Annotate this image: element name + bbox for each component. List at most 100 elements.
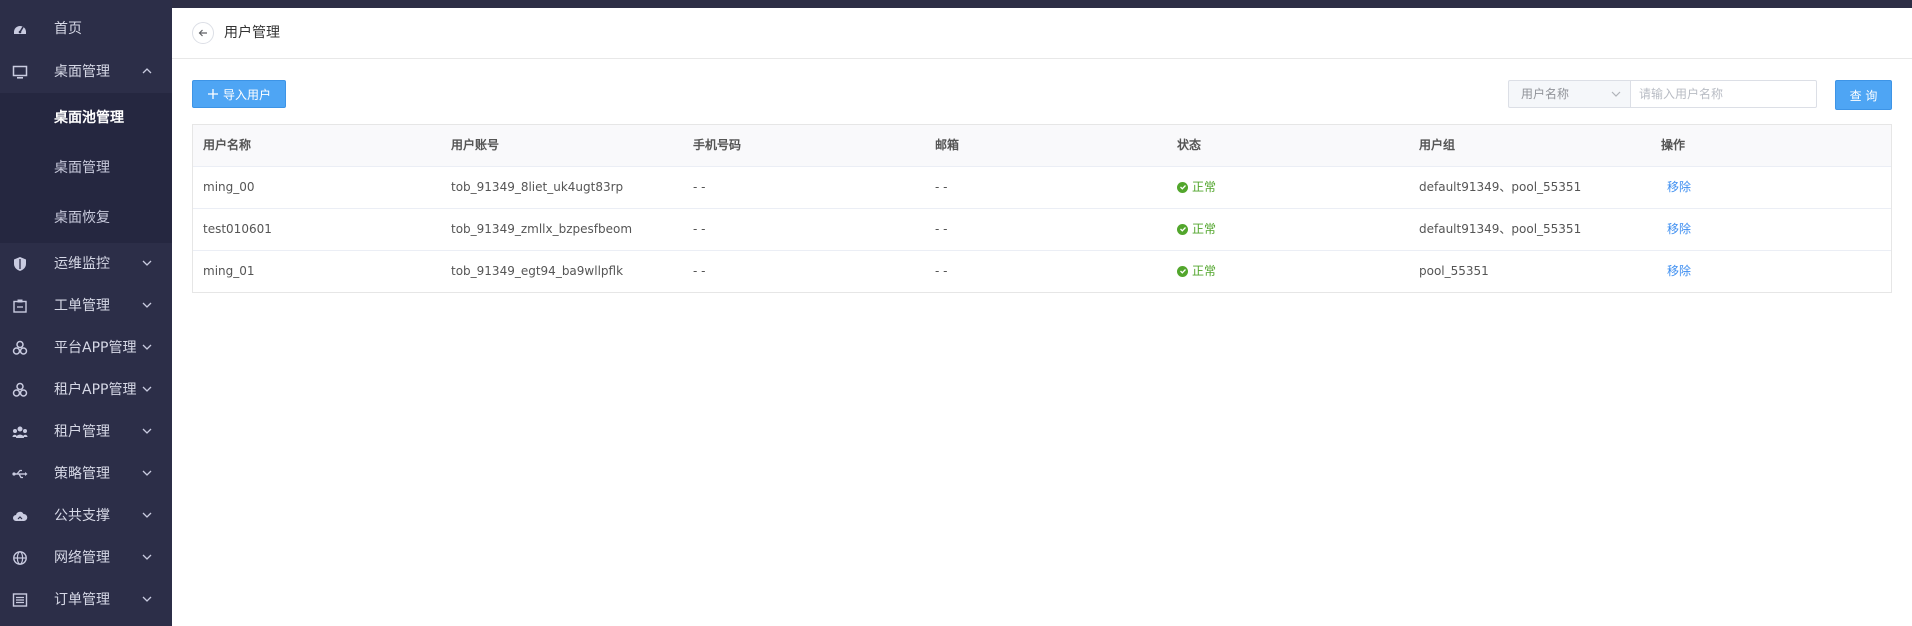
column-header: 邮箱 (935, 138, 960, 152)
apps-icon (12, 340, 28, 356)
table-row: ming_01 tob_91349_egt94_ba9wllpflk - - -… (193, 251, 1891, 292)
remove-link[interactable]: 移除 (1661, 167, 1691, 207)
chevron-down-icon (142, 302, 152, 308)
sidebar-item-label: 桌面管理 (54, 64, 110, 80)
phone-cell: - - (693, 264, 706, 278)
column-header: 用户账号 (451, 138, 500, 152)
search-field-value: 用户名称 (1521, 87, 1570, 101)
cloud-icon (12, 508, 28, 524)
user-name-cell: ming_00 (203, 180, 255, 194)
sidebar-item-label: 平台APP管理 (54, 340, 137, 356)
status-badge: 正常 (1177, 209, 1216, 249)
check-circle-icon (1177, 181, 1188, 193)
remove-link[interactable]: 移除 (1661, 209, 1691, 249)
search-input[interactable] (1631, 80, 1817, 108)
check-circle-icon (1177, 265, 1188, 277)
import-users-label: 导入用户 (222, 87, 271, 102)
user-group-cell: default91349、pool_55351 (1419, 222, 1582, 236)
users-table: 用户名称 用户账号 手机号码 邮箱 状态 用户组 操作 ming_00 tob_… (192, 124, 1892, 293)
sidebar-item-label: 租户APP管理 (54, 382, 137, 398)
sidebar-item-label: 策略管理 (54, 466, 110, 482)
sidebar-item-orders[interactable]: 订单管理 (0, 579, 172, 621)
sidebar-item-tenant-app[interactable]: 租户APP管理 (0, 369, 172, 411)
plus-icon (207, 89, 218, 99)
status-badge: 正常 (1177, 251, 1216, 291)
top-strip (0, 0, 1912, 8)
monitor-icon (12, 64, 28, 80)
column-header: 操作 (1661, 138, 1686, 152)
shield-icon (12, 256, 28, 272)
dashboard-icon (12, 21, 28, 37)
sidebar-subitem-desktop-pool[interactable]: 桌面池管理 (0, 93, 172, 143)
sidebar-submenu: 桌面池管理 桌面管理 桌面恢复 (0, 93, 172, 243)
search-field-select[interactable]: 用户名称 (1508, 80, 1631, 108)
arrow-left-icon (198, 29, 207, 37)
column-header: 用户组 (1419, 138, 1456, 152)
check-circle-icon (1177, 223, 1188, 235)
list-icon (12, 592, 28, 608)
sidebar-item-policy[interactable]: 策略管理 (0, 453, 172, 495)
chevron-down-icon (142, 344, 152, 350)
sidebar-subitem-desktop-restore[interactable]: 桌面恢复 (0, 193, 172, 243)
back-button[interactable] (192, 22, 214, 44)
sidebar-item-label: 首页 (54, 21, 82, 37)
sidebar-item-ops-monitor[interactable]: 运维监控 (0, 243, 172, 285)
column-header: 状态 (1177, 138, 1202, 152)
chevron-down-icon (1611, 91, 1621, 97)
email-cell: - - (935, 264, 948, 278)
table-header-row: 用户名称 用户账号 手机号码 邮箱 状态 用户组 操作 (193, 125, 1891, 167)
sidebar: 首页 桌面管理 桌面池管理 桌面管理 桌面恢复 运维监控 工单管理 平台APP管… (0, 0, 172, 626)
ticket-icon (12, 298, 28, 314)
chevron-down-icon (142, 596, 152, 602)
user-name-cell: test010601 (203, 222, 272, 236)
chevron-up-icon (142, 68, 152, 74)
page-header: 用户管理 (172, 8, 1912, 59)
sidebar-item-desktop[interactable]: 桌面管理 (0, 51, 172, 93)
sidebar-item-label: 公共支撑 (54, 508, 110, 524)
chevron-down-icon (142, 470, 152, 476)
column-header: 用户名称 (203, 138, 252, 152)
chevron-down-icon (142, 260, 152, 266)
apps-icon (12, 382, 28, 398)
phone-cell: - - (693, 180, 706, 194)
sidebar-item-public-support[interactable]: 公共支撑 (0, 495, 172, 537)
query-button[interactable]: 查 询 (1835, 80, 1892, 110)
usb-icon (12, 466, 28, 482)
chevron-down-icon (142, 386, 152, 392)
sidebar-item-home[interactable]: 首页 (0, 8, 172, 50)
user-group-cell: pool_55351 (1419, 264, 1489, 278)
email-cell: - - (935, 222, 948, 236)
user-name-cell: ming_01 (203, 264, 255, 278)
email-cell: - - (935, 180, 948, 194)
status-text: 正常 (1192, 222, 1217, 236)
sidebar-item-label: 工单管理 (54, 298, 110, 314)
status-text: 正常 (1192, 180, 1217, 194)
phone-cell: - - (693, 222, 706, 236)
status-text: 正常 (1192, 264, 1217, 278)
sidebar-item-label: 网络管理 (54, 550, 110, 566)
chevron-down-icon (142, 428, 152, 434)
table-row: test010601 tob_91349_zmllx_bzpesfbeom - … (193, 209, 1891, 251)
sidebar-item-tickets[interactable]: 工单管理 (0, 285, 172, 327)
sidebar-item-label: 运维监控 (54, 256, 110, 272)
sidebar-item-label: 订单管理 (54, 592, 110, 608)
chevron-down-icon (142, 554, 152, 560)
table-row: ming_00 tob_91349_8liet_uk4ugt83rp - - -… (193, 167, 1891, 209)
user-account-cell: tob_91349_egt94_ba9wllpflk (451, 264, 624, 278)
column-header: 手机号码 (693, 138, 742, 152)
chevron-down-icon (142, 512, 152, 518)
status-badge: 正常 (1177, 167, 1216, 207)
globe-icon (12, 550, 28, 566)
remove-link[interactable]: 移除 (1661, 251, 1691, 291)
user-account-cell: tob_91349_8liet_uk4ugt83rp (451, 180, 624, 194)
page-title: 用户管理 (224, 25, 280, 41)
import-users-button[interactable]: 导入用户 (192, 80, 286, 108)
user-group-cell: default91349、pool_55351 (1419, 180, 1582, 194)
user-account-cell: tob_91349_zmllx_bzpesfbeom (451, 222, 633, 236)
sidebar-subitem-desktop[interactable]: 桌面管理 (0, 143, 172, 193)
sidebar-item-tenant[interactable]: 租户管理 (0, 411, 172, 453)
users-icon (12, 424, 28, 440)
sidebar-item-network[interactable]: 网络管理 (0, 537, 172, 579)
sidebar-item-label: 租户管理 (54, 424, 110, 440)
sidebar-item-platform-app[interactable]: 平台APP管理 (0, 327, 172, 369)
